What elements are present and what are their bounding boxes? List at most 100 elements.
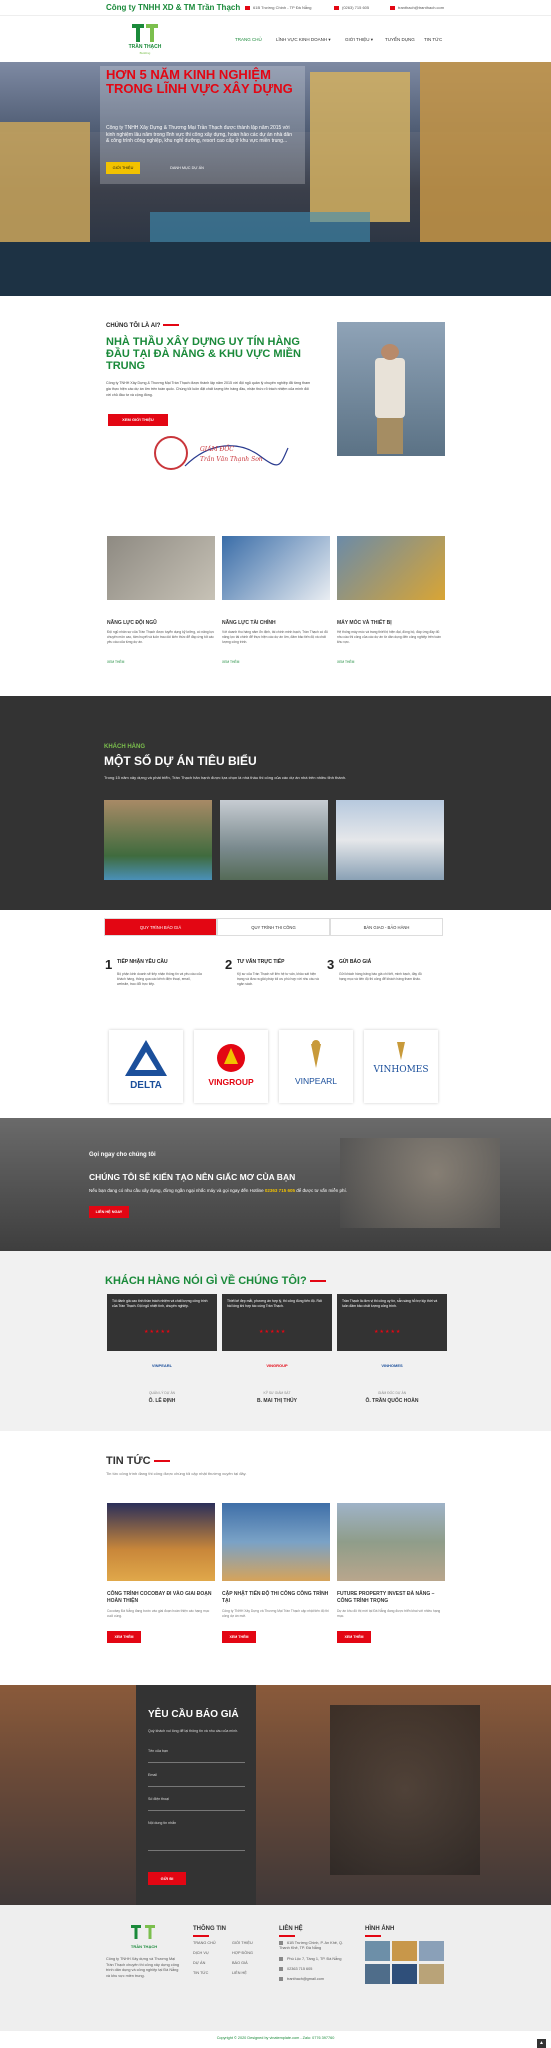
gallery-thumb[interactable] bbox=[365, 1941, 390, 1961]
testimonial-name: B. MAI THỊ THÚY bbox=[257, 1398, 297, 1404]
news-item-title[interactable]: CẬP NHẬT TIẾN ĐỘ THI CÔNG CÔNG TRÌNH TẠI bbox=[222, 1591, 330, 1604]
footer-email[interactable]: tranthach@gmail.com bbox=[279, 1977, 349, 1981]
gallery-thumb[interactable] bbox=[419, 1941, 444, 1961]
name-field[interactable]: Tên của bạn bbox=[148, 1749, 245, 1763]
project-image[interactable] bbox=[104, 800, 212, 880]
gallery-thumb[interactable] bbox=[392, 1964, 417, 1984]
director-photo bbox=[337, 322, 445, 456]
email-field[interactable]: Email bbox=[148, 1773, 245, 1787]
building-icon bbox=[279, 1957, 283, 1961]
news-item-title[interactable]: CÔNG TRÌNH COCOBAY ĐI VÀO GIAI ĐOẠN HOÀN… bbox=[107, 1591, 215, 1604]
send-button[interactable]: GỬI ĐI bbox=[148, 1872, 186, 1885]
hero-building bbox=[310, 72, 410, 222]
company-name: Công ty TNHH XD & TM Trần Thạch bbox=[106, 3, 241, 12]
gallery-thumb[interactable] bbox=[419, 1964, 444, 1984]
capabilities-section: NĂNG LỰC ĐỘI NGŨ Đội ngũ nhân sự của Trầ… bbox=[0, 536, 551, 696]
footer-link[interactable]: BÁO GIÁ bbox=[232, 1961, 248, 1965]
tab-quote-process[interactable]: QUY TRÌNH BÁO GIÁ bbox=[104, 918, 217, 936]
project-image[interactable] bbox=[220, 800, 328, 880]
hero-ground bbox=[0, 242, 551, 296]
cap-link[interactable]: XEM THÊM bbox=[337, 660, 354, 664]
testimonial-logo: VINHOMES bbox=[381, 1363, 403, 1368]
news-more-button[interactable]: XEM THÊM bbox=[337, 1631, 371, 1643]
cap-link[interactable]: XEM THÊM bbox=[107, 660, 124, 664]
nav-home[interactable]: TRANG CHỦ bbox=[235, 37, 262, 42]
news-image[interactable] bbox=[337, 1503, 445, 1581]
nav-careers[interactable]: TUYỂN DỤNG bbox=[385, 37, 415, 42]
hero-projects-button[interactable]: DANH MỤC DỰ ÁN bbox=[170, 162, 204, 174]
process-tabs: QUY TRÌNH BÁO GIÁ QUY TRÌNH THI CÔNG BÀN… bbox=[104, 918, 444, 936]
nav-news[interactable]: TIN TỨC bbox=[424, 37, 442, 42]
hero-building bbox=[420, 62, 551, 242]
testimonial-role: GIÁM ĐỐC DỰ ÁN bbox=[377, 1391, 407, 1395]
step-number: 3 bbox=[327, 957, 335, 972]
footer-phone[interactable]: 02363 715 605 bbox=[279, 1967, 349, 1971]
address-info: 61B Trường Chinh - TP Đà Nẵng bbox=[245, 5, 312, 10]
partner-logo-vinhomes[interactable]: VINHOMES bbox=[364, 1030, 438, 1103]
tab-build-process[interactable]: QUY TRÌNH THI CÔNG bbox=[217, 918, 330, 936]
about-button[interactable]: XEM GIỚI THIỆU bbox=[108, 414, 168, 426]
phone-info[interactable]: (0263) 715 605 bbox=[334, 5, 369, 10]
step-title: TƯ VẤN TRỰC TIẾP bbox=[237, 959, 285, 965]
hero-title: HƠN 5 NĂM KINH NGHIỆM TRONG LĨNH VỰC XÂY… bbox=[106, 67, 293, 96]
news-more-button[interactable]: XEM THÊM bbox=[222, 1631, 256, 1643]
partner-logo-vinpearl[interactable]: VINPEARL bbox=[279, 1030, 353, 1103]
footer-link[interactable]: HỢP ĐỒNG bbox=[232, 1951, 253, 1955]
back-to-top-icon[interactable]: ▲ bbox=[537, 2039, 546, 2048]
person-figure bbox=[375, 358, 405, 418]
nav-about[interactable]: GIỚI THIỆU ▾ bbox=[345, 37, 373, 43]
team-image bbox=[107, 536, 215, 600]
message-field[interactable]: Nội dung tin nhắn bbox=[148, 1821, 245, 1851]
footer-about: Công ty TNHH Xây dựng và Thương Mại Trần… bbox=[106, 1957, 180, 1978]
step-text: Kỹ sư của Trần Thạch sẽ liên hệ tư vấn, … bbox=[237, 972, 319, 986]
news-more-button[interactable]: XEM THÊM bbox=[107, 1631, 141, 1643]
footer-address-2: Phú Lộc 7, Tầng 1, TP. Đà Nẵng bbox=[279, 1957, 349, 1961]
partner-logo-delta[interactable]: DELTA bbox=[109, 1030, 183, 1103]
hero-building bbox=[0, 122, 90, 242]
rating-stars: ★★★★★ bbox=[144, 1329, 172, 1335]
footer-link[interactable]: TRANG CHỦ bbox=[193, 1941, 216, 1945]
machinery-image bbox=[337, 536, 445, 600]
gallery-thumb[interactable] bbox=[392, 1941, 417, 1961]
news-item-text: Dự án khu đô thị mới tại Đà Nẵng đang đư… bbox=[337, 1609, 441, 1618]
email-info[interactable]: tranthach@tranthach.com bbox=[390, 5, 444, 10]
projects-section: KHÁCH HÀNG MỘT SỐ DỰ ÁN TIÊU BIỂU Trong … bbox=[0, 696, 551, 910]
site-logo[interactable]: TRẦN THẠCH Building bbox=[124, 24, 166, 58]
footer-link[interactable]: DỊCH VỤ bbox=[193, 1951, 209, 1955]
rating-stars: ★★★★★ bbox=[374, 1329, 402, 1335]
footer-link[interactable]: LIÊN HỆ bbox=[232, 1971, 247, 1975]
mail-icon bbox=[279, 1977, 283, 1981]
projects-kicker: KHÁCH HÀNG bbox=[104, 744, 145, 750]
cap-text: Với doanh thu hàng năm ổn định, tài chín… bbox=[222, 630, 328, 644]
footer-link[interactable]: GIỚI THIỆU bbox=[232, 1941, 253, 1945]
gallery-thumb[interactable] bbox=[365, 1964, 390, 1984]
hero-intro-button[interactable]: GIỚI THIỆU bbox=[106, 162, 140, 174]
quote-description: Quý khách vui lòng để lại thông tin và n… bbox=[148, 1729, 239, 1733]
tab-handover[interactable]: BÀN GIAO - BẢO HÀNH bbox=[330, 918, 443, 936]
news-subtitle: Tin tức công trình đang thi công được ch… bbox=[106, 1471, 247, 1476]
testimonial-logo: VINGROUP bbox=[266, 1363, 288, 1368]
process-steps: 1 TIẾP NHẬN YÊU CẦU Bộ phận kinh doanh s… bbox=[0, 945, 551, 1015]
footer-gallery-title: HÌNH ẢNH bbox=[365, 1926, 394, 1937]
project-image[interactable] bbox=[336, 800, 444, 880]
copyright-text: Copyright © 2020 Designed by vinatemplat… bbox=[216, 2036, 335, 2040]
news-section: TIN TỨC Tin tức công trình đang thi công… bbox=[0, 1431, 551, 1685]
cta-title: CHÚNG TÔI SẼ KIẾN TẠO NÊN GIẤC MƠ CỦA BẠ… bbox=[89, 1172, 296, 1182]
cta-contact-button[interactable]: LIÊN HỆ NGAY bbox=[89, 1206, 129, 1218]
phone-field[interactable]: Số điện thoại bbox=[148, 1797, 245, 1811]
partner-logo-vingroup[interactable]: VINGROUP bbox=[194, 1030, 268, 1103]
hotline-number[interactable]: 02363 715 605 bbox=[265, 1188, 295, 1193]
news-image[interactable] bbox=[107, 1503, 215, 1581]
cta-background-photo bbox=[340, 1138, 500, 1228]
top-bar: Công ty TNHH XD & TM Trần Thạch 61B Trườ… bbox=[0, 0, 551, 16]
cap-title: NĂNG LỰC ĐỘI NGŨ bbox=[107, 620, 157, 626]
testimonial-role: KỸ SƯ GIÁM SÁT bbox=[263, 1391, 291, 1395]
cap-text: Hệ thống máy móc và trang thiết bị hiện … bbox=[337, 630, 441, 644]
footer-link[interactable]: TIN TỨC bbox=[193, 1971, 208, 1975]
cap-link[interactable]: XEM THÊM bbox=[222, 660, 239, 664]
testimonials-title: KHÁCH HÀNG NÓI GÌ VỀ CHÚNG TÔI? bbox=[105, 1275, 326, 1287]
news-item-title[interactable]: FUTURE PROPERTY INVEST ĐÀ NẴNG – CÔNG TR… bbox=[337, 1591, 445, 1604]
footer-link[interactable]: DỰ ÁN bbox=[193, 1961, 205, 1965]
news-image[interactable] bbox=[222, 1503, 330, 1581]
nav-business[interactable]: LĨNH VỰC KINH DOANH ▾ bbox=[276, 37, 331, 43]
